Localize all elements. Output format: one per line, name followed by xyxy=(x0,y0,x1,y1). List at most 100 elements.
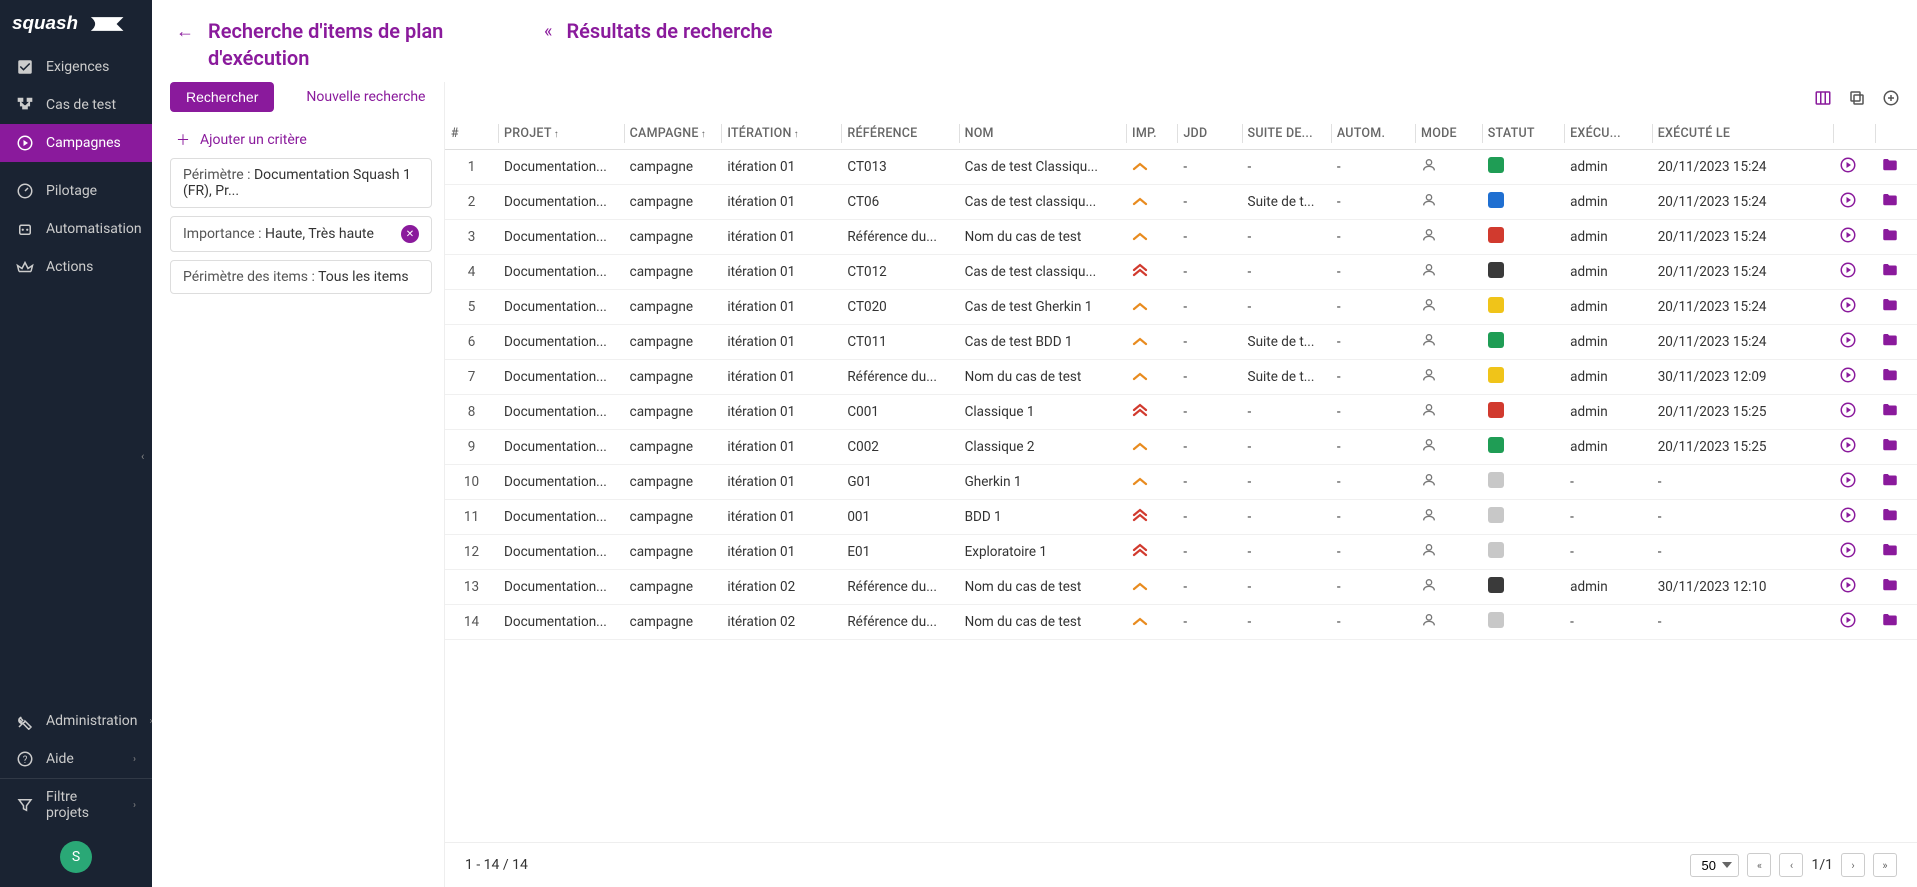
table-row[interactable]: 10Documentation...campagneitération 01G0… xyxy=(445,465,1917,500)
help-icon: ? xyxy=(16,750,34,768)
pager-prev-button[interactable]: ‹ xyxy=(1779,853,1803,877)
row-folder-button[interactable] xyxy=(1881,331,1899,349)
table-row[interactable]: 12Documentation...campagneitération 01E0… xyxy=(445,535,1917,570)
row-play-button[interactable] xyxy=(1839,261,1857,279)
table-row[interactable]: 9Documentation...campagneitération 01C00… xyxy=(445,430,1917,465)
col-reference[interactable]: RÉFÉRENCE xyxy=(841,118,958,150)
row-folder-button[interactable] xyxy=(1881,296,1899,314)
row-folder-button[interactable] xyxy=(1881,226,1899,244)
sidebar-collapse-handle[interactable]: ‹ xyxy=(138,444,147,469)
cell-campagne: campagne xyxy=(624,290,722,325)
row-play-button[interactable] xyxy=(1839,401,1857,419)
row-play-button[interactable] xyxy=(1839,541,1857,559)
criterion-importance[interactable]: Importance : Haute, Très haute ✕ xyxy=(170,216,432,252)
row-play-button[interactable] xyxy=(1839,366,1857,384)
nav-exigences[interactable]: Exigences xyxy=(0,48,152,86)
table-row[interactable]: 5Documentation...campagneitération 01CT0… xyxy=(445,290,1917,325)
cell-suite: - xyxy=(1242,570,1331,605)
importance-high-icon xyxy=(1132,441,1148,451)
row-play-button[interactable] xyxy=(1839,331,1857,349)
col-autom[interactable]: AUTOM. xyxy=(1331,118,1415,150)
col-imp[interactable]: IMP. xyxy=(1126,118,1177,150)
nav-pilotage[interactable]: Pilotage xyxy=(0,172,152,210)
col-mode[interactable]: MODE xyxy=(1415,118,1482,150)
cell-projet: Documentation... xyxy=(498,220,624,255)
pager-next-button[interactable]: › xyxy=(1841,853,1865,877)
row-folder-button[interactable] xyxy=(1881,156,1899,174)
cell-executeur: admin xyxy=(1564,570,1652,605)
nav-campagnes[interactable]: Campagnes xyxy=(0,124,152,162)
table-row[interactable]: 4Documentation...campagneitération 01CT0… xyxy=(445,255,1917,290)
nav-automatisation[interactable]: Automatisation › xyxy=(0,210,152,248)
table-row[interactable]: 14Documentation...campagneitération 02Ré… xyxy=(445,605,1917,640)
user-avatar[interactable]: S xyxy=(60,841,92,873)
cell-iteration: itération 01 xyxy=(721,185,841,220)
col-campagne[interactable]: CAMPAGNE↑ xyxy=(624,118,722,150)
search-button[interactable]: Rechercher xyxy=(170,82,274,112)
table-row[interactable]: 11Documentation...campagneitération 0100… xyxy=(445,500,1917,535)
table-row[interactable]: 7Documentation...campagneitération 01Réf… xyxy=(445,360,1917,395)
app-logo[interactable]: squash xyxy=(0,0,152,48)
back-arrow-icon[interactable]: ← xyxy=(176,21,194,42)
table-row[interactable]: 1Documentation...campagneitération 01CT0… xyxy=(445,150,1917,185)
col-iteration[interactable]: ITÉRATION↑ xyxy=(721,118,841,150)
user-icon xyxy=(1421,266,1437,282)
row-folder-button[interactable] xyxy=(1881,541,1899,559)
nav-filtre-projets[interactable]: Filtre projets › xyxy=(0,778,152,831)
importance-vhigh-icon xyxy=(1132,263,1148,277)
double-chevron-left-icon[interactable]: « xyxy=(544,21,552,42)
row-play-button[interactable] xyxy=(1839,576,1857,594)
nav-administration[interactable]: Administration › xyxy=(0,702,152,740)
row-play-button[interactable] xyxy=(1839,191,1857,209)
col-date[interactable]: EXÉCUTÉ LE xyxy=(1652,118,1833,150)
row-folder-button[interactable] xyxy=(1881,576,1899,594)
table-row[interactable]: 3Documentation...campagneitération 01Réf… xyxy=(445,220,1917,255)
col-num[interactable]: # xyxy=(445,118,498,150)
col-suite[interactable]: SUITE DE... xyxy=(1242,118,1331,150)
row-folder-button[interactable] xyxy=(1881,611,1899,629)
row-play-button[interactable] xyxy=(1839,226,1857,244)
cell-reference: E01 xyxy=(841,535,958,570)
criterion-remove-icon[interactable]: ✕ xyxy=(401,225,419,243)
row-play-button[interactable] xyxy=(1839,296,1857,314)
row-folder-button[interactable] xyxy=(1881,191,1899,209)
pager-first-button[interactable]: « xyxy=(1747,853,1771,877)
cell-mode xyxy=(1415,220,1482,255)
table-row[interactable]: 13Documentation...campagneitération 02Ré… xyxy=(445,570,1917,605)
nav-aide[interactable]: ? Aide › xyxy=(0,740,152,778)
cell-importance xyxy=(1126,185,1177,220)
nav-cas-de-test[interactable]: Cas de test xyxy=(0,86,152,124)
row-play-button[interactable] xyxy=(1839,611,1857,629)
col-execu[interactable]: EXÉCU... xyxy=(1564,118,1652,150)
criterion-perimetre[interactable]: Périmètre : Documentation Squash 1 (FR),… xyxy=(170,158,432,208)
cell-jdd: - xyxy=(1177,535,1241,570)
row-folder-button[interactable] xyxy=(1881,401,1899,419)
col-projet[interactable]: PROJET↑ xyxy=(498,118,624,150)
row-folder-button[interactable] xyxy=(1881,261,1899,279)
row-play-button[interactable] xyxy=(1839,436,1857,454)
row-play-button[interactable] xyxy=(1839,471,1857,489)
row-folder-button[interactable] xyxy=(1881,471,1899,489)
criterion-perimetre-items[interactable]: Périmètre des items : Tous les items xyxy=(170,260,432,294)
columns-icon[interactable] xyxy=(1813,88,1833,108)
table-row[interactable]: 8Documentation...campagneitération 01C00… xyxy=(445,395,1917,430)
page-size-select[interactable]: 50 xyxy=(1690,854,1739,877)
add-circle-icon[interactable] xyxy=(1881,88,1901,108)
nav-actions[interactable]: Actions xyxy=(0,248,152,286)
col-nom[interactable]: NOM xyxy=(959,118,1126,150)
row-folder-button[interactable] xyxy=(1881,366,1899,384)
copy-icon[interactable] xyxy=(1847,88,1867,108)
row-folder-button[interactable] xyxy=(1881,436,1899,454)
pager-last-button[interactable]: » xyxy=(1873,853,1897,877)
cell-nom: Cas de test classiqu... xyxy=(959,185,1126,220)
row-play-button[interactable] xyxy=(1839,156,1857,174)
new-search-link[interactable]: Nouvelle recherche xyxy=(306,89,425,105)
row-folder-button[interactable] xyxy=(1881,506,1899,524)
row-play-button[interactable] xyxy=(1839,506,1857,524)
table-row[interactable]: 6Documentation...campagneitération 01CT0… xyxy=(445,325,1917,360)
col-statut[interactable]: STATUT xyxy=(1482,118,1564,150)
add-criterion-button[interactable]: ＋ Ajouter un critère xyxy=(170,122,432,158)
col-jdd[interactable]: JDD xyxy=(1177,118,1241,150)
cell-suite: Suite de t... xyxy=(1242,185,1331,220)
table-row[interactable]: 2Documentation...campagneitération 01CT0… xyxy=(445,185,1917,220)
